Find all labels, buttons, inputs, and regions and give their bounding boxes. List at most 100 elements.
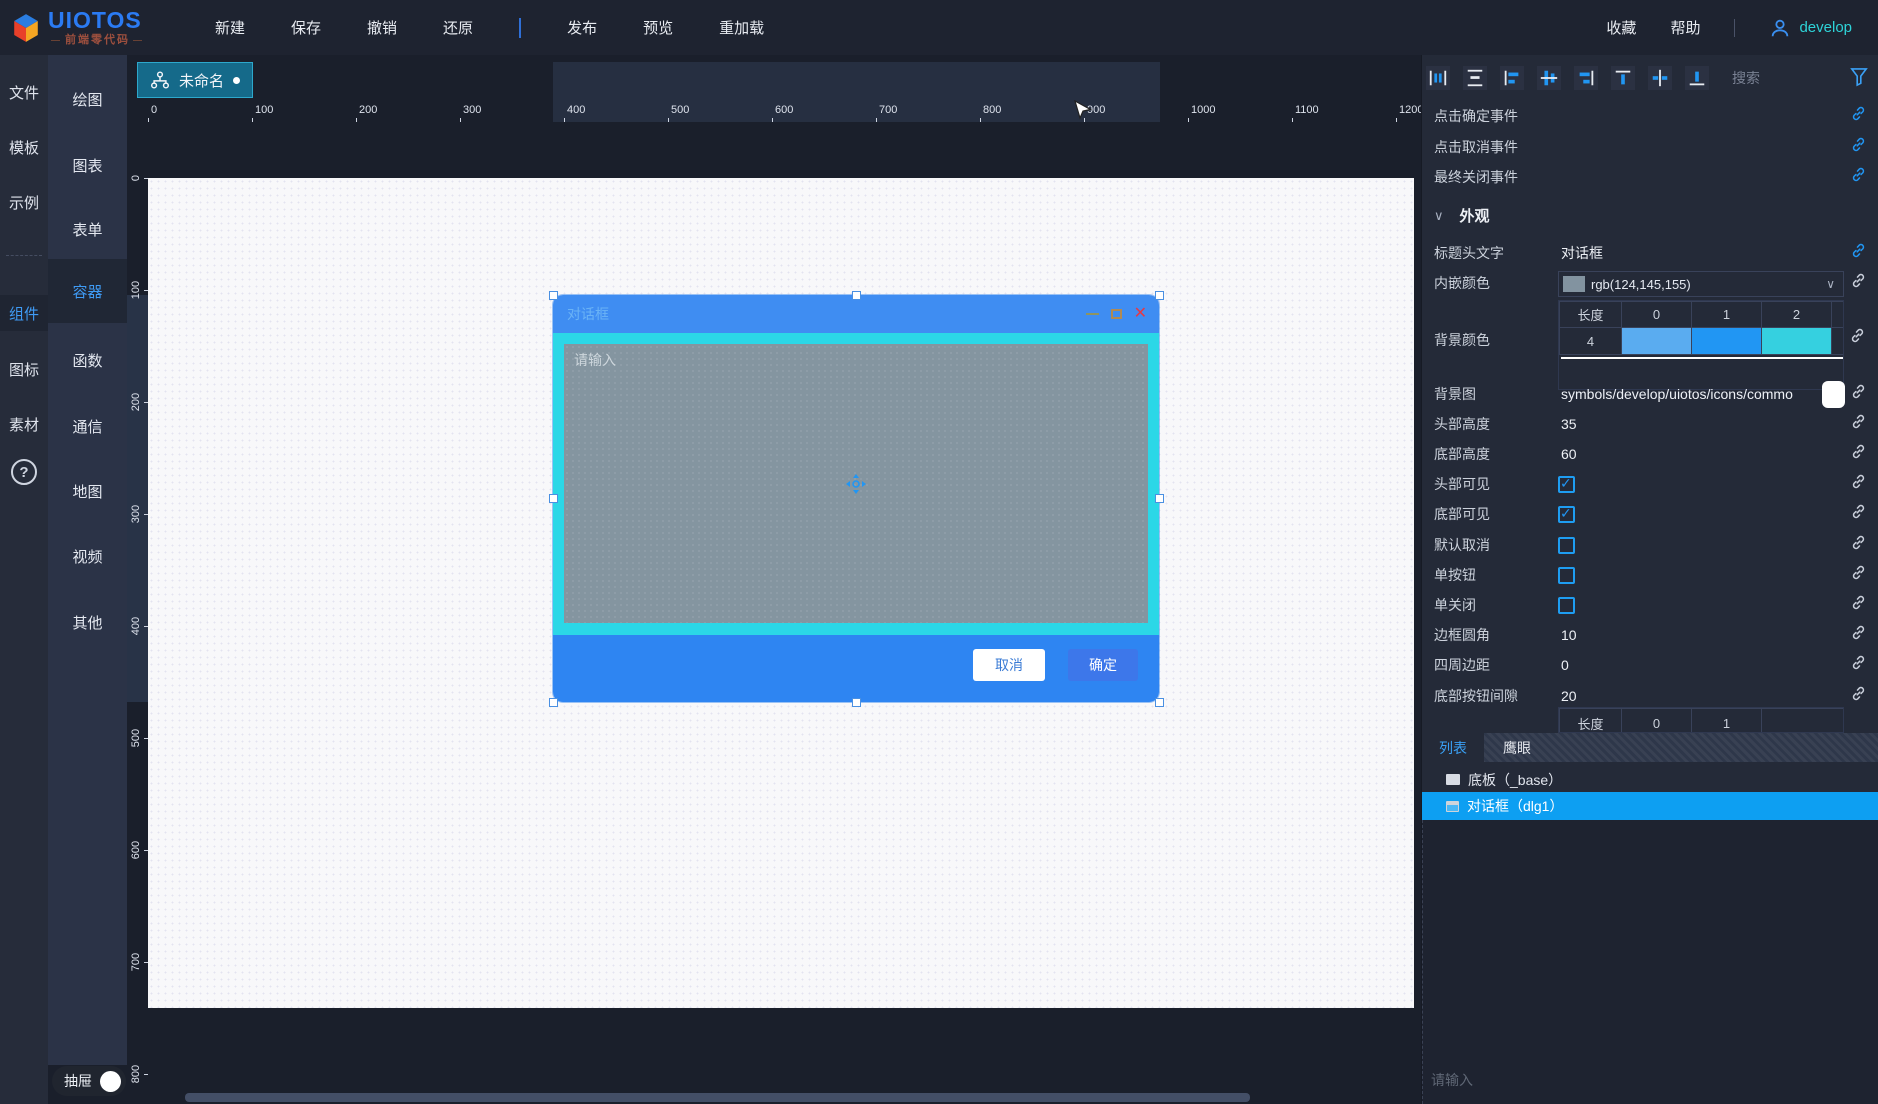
page-tab-untitled[interactable]: 未命名 xyxy=(137,62,253,98)
selection-handle-w[interactable] xyxy=(549,494,558,503)
menu-new[interactable]: 新建 xyxy=(215,17,245,38)
prop-value[interactable]: 0 xyxy=(1561,657,1569,673)
sidebar-item-components[interactable]: 组件 xyxy=(0,295,48,331)
link-icon[interactable] xyxy=(1850,564,1867,586)
user-account[interactable]: develop xyxy=(1769,17,1852,39)
color-cell-2[interactable] xyxy=(1762,328,1832,355)
color-cell-0[interactable] xyxy=(1622,328,1692,355)
align-horizontal-center-icon[interactable] xyxy=(1648,66,1672,90)
section-appearance[interactable]: ∨ 外观 xyxy=(1434,205,1490,226)
align-left-icon[interactable] xyxy=(1500,66,1524,90)
table-scrollbar[interactable] xyxy=(1561,357,1843,359)
bottom-text-input[interactable]: 请输入 xyxy=(1431,1070,1473,1090)
category-drawing[interactable]: 绘图 xyxy=(48,79,127,119)
prop-row-close-event[interactable]: 最终关闭事件 xyxy=(1422,162,1878,192)
horizontal-scrollbar[interactable] xyxy=(185,1093,1250,1102)
link-icon[interactable] xyxy=(1850,503,1867,525)
category-charts[interactable]: 图表 xyxy=(48,145,127,185)
sidebar-item-icons[interactable]: 图标 xyxy=(0,351,48,387)
prop-value[interactable]: 20 xyxy=(1561,688,1577,704)
menu-redo[interactable]: 还原 xyxy=(443,17,473,38)
prop-value[interactable]: 60 xyxy=(1561,446,1577,462)
selection-handle-sw[interactable] xyxy=(549,698,558,707)
category-video[interactable]: 视频 xyxy=(48,536,127,576)
dialog-confirm-button[interactable]: 确定 xyxy=(1068,649,1138,681)
link-icon[interactable] xyxy=(1850,685,1867,707)
category-other[interactable]: 其他 xyxy=(48,602,127,642)
link-icon[interactable] xyxy=(1850,383,1867,405)
maximize-icon[interactable] xyxy=(1111,309,1122,319)
align-right-icon[interactable] xyxy=(1574,66,1598,90)
color-cell-3[interactable] xyxy=(1832,328,1845,355)
question-circle-icon[interactable]: ? xyxy=(11,459,37,485)
selection-handle-e[interactable] xyxy=(1155,494,1164,503)
bg-color-array-table[interactable]: 长度 0 1 2 3 4 xyxy=(1558,300,1844,390)
drawer-toggle-knob[interactable] xyxy=(100,1071,121,1092)
checkbox-unchecked[interactable] xyxy=(1558,567,1575,584)
color-cell-1[interactable] xyxy=(1692,328,1762,355)
checkbox-checked[interactable] xyxy=(1558,506,1575,523)
drawer-toggle[interactable]: 抽屉 xyxy=(52,1066,126,1096)
menu-undo[interactable]: 撤销 xyxy=(367,17,397,38)
filter-icon[interactable] xyxy=(1850,67,1868,87)
prop-value[interactable]: 对话框 xyxy=(1561,243,1603,263)
selection-handle-s[interactable] xyxy=(852,698,861,707)
link-icon[interactable] xyxy=(1850,413,1867,435)
tab-list[interactable]: 列表 xyxy=(1422,733,1484,762)
menu-favorites[interactable]: 收藏 xyxy=(1606,17,1636,38)
link-icon[interactable] xyxy=(1850,624,1867,646)
align-bottom-icon[interactable] xyxy=(1685,66,1709,90)
link-icon[interactable] xyxy=(1850,473,1867,495)
link-icon[interactable] xyxy=(1850,166,1867,188)
distribute-vertical-icon[interactable] xyxy=(1463,66,1487,90)
dialog-header[interactable]: 对话框 ✕ xyxy=(553,295,1159,333)
color-select[interactable]: rgb(124,145,155) ∨ xyxy=(1558,271,1844,297)
menu-reload[interactable]: 重加载 xyxy=(719,17,764,38)
category-maps[interactable]: 地图 xyxy=(48,471,127,511)
selection-handle-ne[interactable] xyxy=(1155,291,1164,300)
sidebar-item-assets[interactable]: 素材 xyxy=(0,406,48,442)
checkbox-unchecked[interactable] xyxy=(1558,597,1575,614)
prop-row-confirm-event[interactable]: 点击确定事件 xyxy=(1422,101,1878,131)
menu-preview[interactable]: 预览 xyxy=(643,17,673,38)
category-forms[interactable]: 表单 xyxy=(48,209,127,249)
link-icon[interactable] xyxy=(1850,594,1867,616)
category-containers[interactable]: 容器 xyxy=(48,259,127,323)
category-communication[interactable]: 通信 xyxy=(48,406,127,446)
link-icon[interactable] xyxy=(1850,272,1867,294)
app-logo[interactable]: UIOTOS 前端零代码 xyxy=(0,9,185,47)
prop-value[interactable]: 35 xyxy=(1561,416,1577,432)
sidebar-item-files[interactable]: 文件 xyxy=(0,74,48,110)
link-icon[interactable] xyxy=(1850,443,1867,465)
bg-image-swatch[interactable] xyxy=(1822,381,1845,408)
dialog-content-inset[interactable]: 请输入 xyxy=(564,344,1148,623)
sidebar-item-templates[interactable]: 模板 xyxy=(0,129,48,165)
prop-row-cancel-event[interactable]: 点击取消事件 xyxy=(1422,132,1878,162)
move-anchor-icon[interactable] xyxy=(845,473,867,495)
dialog-component[interactable]: 对话框 ✕ 请输入 取消 确定 xyxy=(553,295,1159,702)
link-icon[interactable] xyxy=(1850,534,1867,556)
prop-value[interactable]: symbols/develop/uiotos/icons/commo xyxy=(1561,386,1793,402)
minimize-icon[interactable] xyxy=(1086,313,1099,315)
align-top-icon[interactable] xyxy=(1611,66,1635,90)
prop-value[interactable]: 10 xyxy=(1561,627,1577,643)
dialog-body[interactable]: 请输入 xyxy=(553,333,1159,635)
category-functions[interactable]: 函数 xyxy=(48,340,127,380)
selection-handle-n[interactable] xyxy=(852,291,861,300)
menu-help[interactable]: 帮助 xyxy=(1670,17,1700,38)
layer-item-dialog[interactable]: 对话框（dlg1） xyxy=(1422,792,1878,820)
menu-publish[interactable]: 发布 xyxy=(567,17,597,38)
checkbox-checked[interactable] xyxy=(1558,476,1575,493)
align-vertical-center-icon[interactable] xyxy=(1537,66,1561,90)
link-icon[interactable] xyxy=(1850,136,1867,158)
dialog-footer[interactable]: 取消 确定 xyxy=(553,635,1159,702)
distribute-horizontal-icon[interactable] xyxy=(1426,66,1450,90)
sidebar-item-examples[interactable]: 示例 xyxy=(0,184,48,220)
selection-handle-se[interactable] xyxy=(1155,698,1164,707)
checkbox-unchecked[interactable] xyxy=(1558,537,1575,554)
close-icon[interactable]: ✕ xyxy=(1134,307,1147,321)
link-icon[interactable] xyxy=(1850,654,1867,676)
link-icon[interactable] xyxy=(1850,105,1867,127)
search-input[interactable]: 搜索 xyxy=(1732,68,1760,88)
dialog-cancel-button[interactable]: 取消 xyxy=(973,649,1045,681)
